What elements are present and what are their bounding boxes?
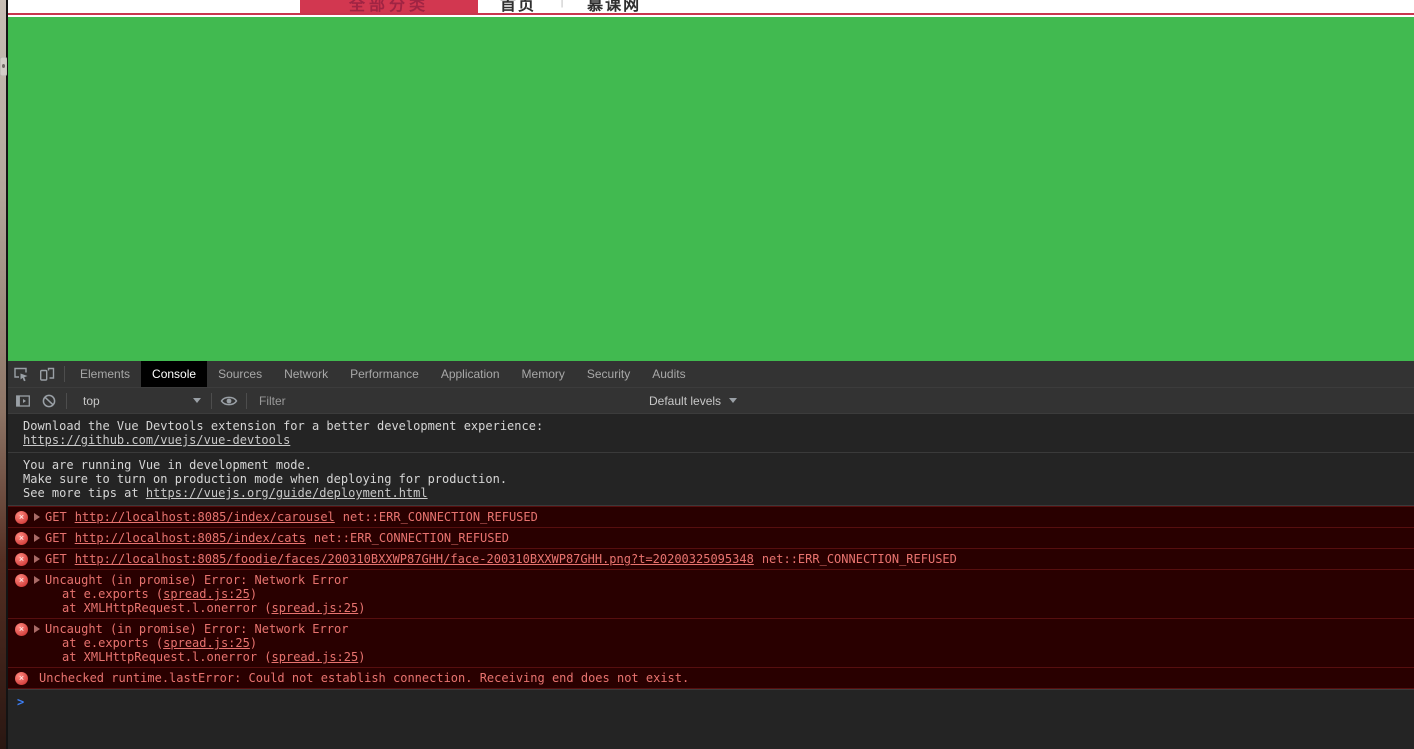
hero-banner (8, 17, 1414, 361)
link-stack-frame[interactable]: spread.js:25 (272, 650, 359, 664)
chevron-down-icon (729, 398, 738, 403)
inspect-element-icon[interactable] (8, 361, 34, 387)
nav-divider: | (560, 0, 566, 9)
devtools-tabbar: Elements Console Sources Network Perform… (8, 361, 1414, 388)
link-request-url[interactable]: http://localhost:8085/index/carousel (75, 510, 335, 524)
message-text: See more tips at https://vuejs.org/guide… (23, 486, 428, 500)
console-message-vue-dev-mode: You are running Vue in development mode.… (8, 453, 1414, 506)
error-icon: × (15, 623, 28, 636)
browser-viewport: 全部分类 首页 | 慕课网 (8, 0, 1414, 749)
error-text: Uncaught (in promise) Error: Network Err… (45, 573, 366, 615)
tab-sources[interactable]: Sources (207, 361, 273, 387)
link-vue-devtools[interactable]: https://github.com/vuejs/vue-devtools (23, 433, 290, 447)
chevron-down-icon (193, 398, 201, 403)
error-icon: × (15, 511, 28, 524)
tab-application[interactable]: Application (430, 361, 511, 387)
device-toolbar-icon[interactable] (34, 361, 60, 387)
tab-performance[interactable]: Performance (339, 361, 430, 387)
error-icon: × (15, 553, 28, 566)
log-levels-value: Default levels (649, 393, 722, 408)
tab-audits[interactable]: Audits (641, 361, 696, 387)
toolbar-separator (246, 392, 247, 409)
link-stack-frame[interactable]: spread.js:25 (272, 601, 359, 615)
toolbar-separator (64, 366, 65, 382)
error-text: GET http://localhost:8085/index/cats net::… (45, 531, 509, 545)
expand-triangle-icon[interactable] (34, 555, 40, 563)
error-icon: × (15, 532, 28, 545)
error-text: Unchecked runtime.lastError: Could not e… (39, 671, 690, 685)
tab-elements[interactable]: Elements (69, 361, 141, 387)
devtools-panel: Elements Console Sources Network Perform… (8, 361, 1414, 749)
message-text: You are running Vue in development mode. (23, 458, 312, 472)
console-error-get-cats: × GET http://localhost:8085/index/cats net… (8, 527, 1414, 548)
site-header: 全部分类 首页 | 慕课网 (8, 0, 1414, 15)
link-stack-frame[interactable]: spread.js:25 (163, 636, 250, 650)
prompt-chevron-icon: > (17, 695, 25, 709)
error-icon: × (15, 672, 28, 685)
tab-memory[interactable]: Memory (511, 361, 576, 387)
clear-console-icon[interactable] (36, 388, 62, 414)
live-expression-eye-icon[interactable] (216, 388, 242, 414)
context-selector-value: top (83, 393, 100, 408)
link-stack-frame[interactable]: spread.js:25 (163, 587, 250, 601)
console-log: Download the Vue Devtools extension for … (8, 414, 1414, 709)
category-dropdown-tab[interactable]: 全部分类 (300, 0, 478, 14)
console-message-vue-devtools: Download the Vue Devtools extension for … (8, 414, 1414, 453)
console-error-promise-1: × Uncaught (in promise) Error: Network E… (8, 569, 1414, 618)
log-levels-selector[interactable]: Default levels (643, 394, 743, 408)
category-tab-label: 全部分类 (348, 0, 429, 14)
link-vue-deployment[interactable]: https://vuejs.org/guide/deployment.html (146, 486, 428, 500)
desktop-edge (0, 0, 8, 749)
nav-item-site[interactable]: 慕课网 (587, 0, 641, 13)
error-text: GET http://localhost:8085/index/carousel n… (45, 510, 538, 524)
toolbar-separator (66, 392, 67, 409)
console-toolbar: top Default levels (8, 388, 1414, 414)
filter-input[interactable] (259, 393, 637, 408)
error-icon: × (15, 574, 28, 587)
message-text: Download the Vue Devtools extension for … (23, 419, 544, 433)
link-request-url[interactable]: http://localhost:8085/index/cats (75, 531, 306, 545)
expand-triangle-icon[interactable] (34, 534, 40, 542)
console-error-promise-2: × Uncaught (in promise) Error: Network E… (8, 618, 1414, 667)
console-error-runtime-lasterror: × Unchecked runtime.lastError: Could not… (8, 667, 1414, 689)
tab-network[interactable]: Network (273, 361, 339, 387)
site-nav: 首页 | 慕课网 (500, 0, 641, 13)
expand-triangle-icon[interactable] (34, 625, 40, 633)
console-prompt[interactable]: > (8, 689, 1414, 709)
console-error-get-carousel: × GET http://localhost:8085/index/carouse… (8, 506, 1414, 527)
expand-triangle-icon[interactable] (34, 513, 40, 521)
error-text: GET http://localhost:8085/foodie/faces/20… (45, 552, 957, 566)
screen: 全部分类 首页 | 慕课网 (0, 0, 1414, 749)
context-selector[interactable]: top (77, 394, 207, 408)
toolbar-separator (211, 392, 212, 409)
link-request-url[interactable]: http://localhost:8085/foodie/faces/20031… (75, 552, 754, 566)
window-edge-handle (0, 57, 7, 76)
error-text: Uncaught (in promise) Error: Network Err… (45, 622, 366, 664)
console-sidebar-icon[interactable] (10, 388, 36, 414)
message-text: Make sure to turn on production mode whe… (23, 472, 508, 486)
nav-item-home[interactable]: 首页 (500, 0, 536, 13)
tab-console[interactable]: Console (141, 361, 208, 387)
tab-security[interactable]: Security (576, 361, 641, 387)
expand-triangle-icon[interactable] (34, 576, 40, 584)
console-error-get-face: × GET http://localhost:8085/foodie/faces/… (8, 548, 1414, 569)
